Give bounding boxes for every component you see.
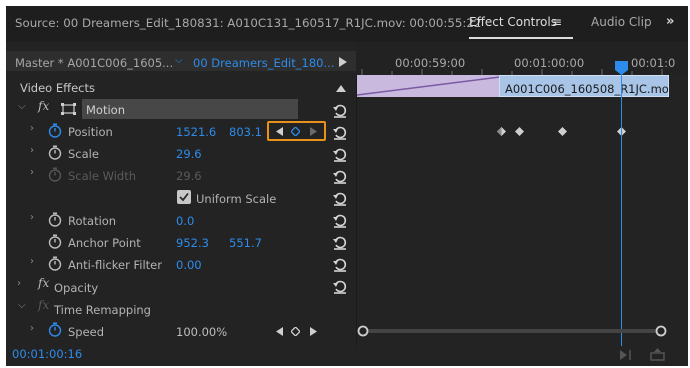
reset-icon[interactable] [333,126,347,140]
rotation-label: Rotation [68,214,117,228]
chevron-right-icon[interactable]: › [30,212,34,223]
chevron-right-icon[interactable]: › [30,123,34,134]
play-audio-icon[interactable] [619,349,635,361]
reset-icon[interactable] [333,192,347,206]
play-icon[interactable] [339,57,347,67]
fx-icon[interactable]: fx [38,99,49,113]
anti-flicker-value[interactable]: 0.00 [176,258,202,272]
keyframe-diamond-icon[interactable] [558,127,567,136]
keyframe-diamond-icon[interactable] [515,127,524,136]
active-tab-underline [469,37,573,39]
ruler-timecode: 00:00:59:00 [395,56,466,70]
checkbox-icon[interactable] [177,190,191,204]
chevron-right-icon[interactable]: › [30,145,34,156]
stopwatch-icon[interactable] [48,322,62,337]
stopwatch-icon[interactable] [48,212,62,227]
transition-line [357,76,500,96]
effect-controls-panel: Source: 00 Dreamers_Edit_180831: A010C13… [6,6,688,366]
scale-width-value: 29.6 [176,169,202,183]
playhead-handle[interactable] [615,61,628,75]
prev-keyframe-icon[interactable] [276,327,283,336]
add-keyframe-icon[interactable] [291,327,300,336]
anchor-point-x-value[interactable]: 952.3 [176,236,209,250]
master-clip-label[interactable]: Master * A001C006_1605... [15,56,173,70]
reset-icon[interactable] [333,280,347,294]
uniform-scale-label[interactable]: Uniform Scale [196,192,276,206]
tab-audio-clip[interactable]: Audio Clip [591,15,652,29]
transform-icon[interactable] [61,103,77,116]
export-icon[interactable] [650,348,665,361]
chevron-down-icon[interactable]: ⌵ [18,101,26,112]
prev-keyframe-icon[interactable] [276,127,283,136]
time-remapping-label[interactable]: Time Remapping [54,303,151,317]
next-keyframe-icon[interactable] [310,127,317,136]
motion-label[interactable]: Motion [86,103,125,117]
position-label: Position [68,125,113,139]
rotation-value[interactable]: 0.0 [176,214,194,228]
playhead-line[interactable] [621,74,622,346]
previous-clip-bar[interactable] [357,75,500,97]
stopwatch-icon[interactable] [48,256,62,271]
keyframe-diamond-icon[interactable] [497,127,506,136]
source-tab[interactable]: Source: 00 Dreamers_Edit_180831: A010C13… [15,16,481,30]
reset-icon[interactable] [333,104,347,118]
opacity-label[interactable]: Opacity [54,281,98,295]
panel-divider[interactable] [356,75,357,346]
scale-value[interactable]: 29.6 [176,147,202,161]
clip-bar[interactable]: A001C006_160508_R1JC.mov.m [499,75,669,97]
fx-icon: fx [38,298,50,312]
position-y-value[interactable]: 803.1 [229,125,262,139]
stopwatch-icon[interactable] [48,145,62,160]
more-tabs-icon[interactable]: » [666,14,674,29]
reset-icon[interactable] [333,148,347,162]
reset-icon[interactable] [333,236,347,250]
video-effects-heading: Video Effects [20,81,95,95]
ruler-timecode: 00:01:0 [631,56,676,70]
stopwatch-icon [48,167,62,182]
tab-effect-controls[interactable]: Effect Controls [469,15,557,29]
chevron-right-icon[interactable]: › [30,323,34,334]
stopwatch-icon[interactable] [48,123,62,138]
anti-flicker-label: Anti-flicker Filter [68,258,162,272]
chevron-right-icon[interactable]: › [30,256,34,267]
speed-label: Speed [68,325,105,339]
position-x-value[interactable]: 1521.6 [176,125,216,139]
panel-menu-icon[interactable]: ≡ [552,15,562,29]
next-keyframe-icon[interactable] [310,327,317,336]
anchor-point-y-value[interactable]: 551.7 [229,236,262,250]
reset-icon[interactable] [333,170,347,184]
current-timecode[interactable]: 00:01:00:16 [12,347,82,361]
reset-icon[interactable] [333,214,347,228]
scale-label: Scale [68,147,99,161]
status-bar [6,346,688,366]
speed-value[interactable]: 100.00% [176,325,227,339]
collapse-up-icon[interactable] [336,85,346,92]
chevron-right-icon[interactable]: › [17,278,21,289]
sequence-clip-label[interactable]: 00 Dreamers_Edit_180... [193,56,334,70]
anchor-point-label: Anchor Point [68,236,141,250]
stopwatch-icon[interactable] [48,234,62,249]
chevron-down-icon[interactable]: ⌵ [175,55,183,66]
fx-icon[interactable]: fx [38,276,49,290]
timeline-zoom-scrollbar[interactable] [357,325,667,337]
ruler-timecode: 00:01:00:00 [514,56,585,70]
reset-icon[interactable] [333,258,347,272]
chevron-right-icon: › [30,167,34,178]
scale-width-label: Scale Width [68,169,137,183]
add-keyframe-icon[interactable] [291,127,300,136]
chevron-down-icon[interactable]: ⌵ [18,300,26,311]
